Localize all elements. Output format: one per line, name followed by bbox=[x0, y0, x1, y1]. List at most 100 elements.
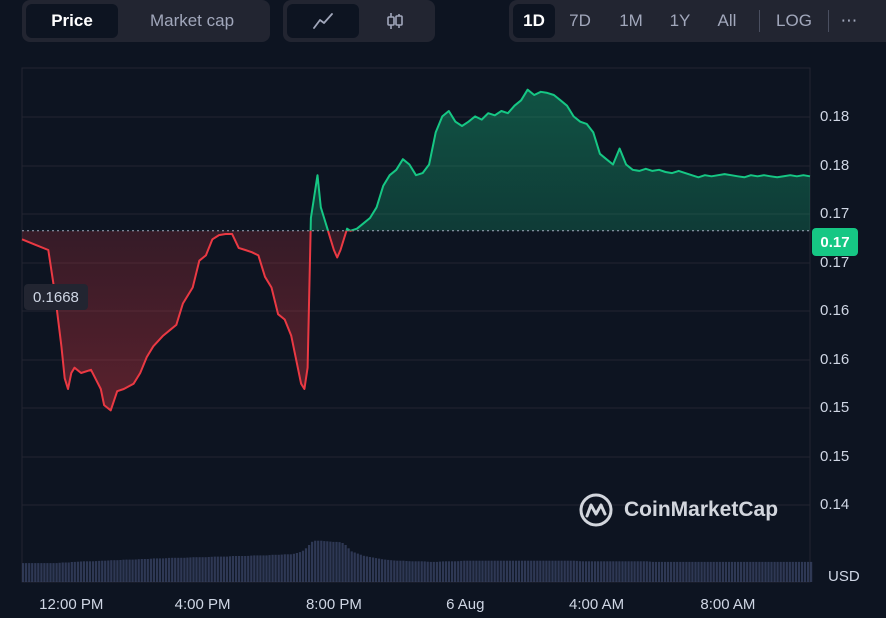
volume-bar bbox=[384, 559, 387, 582]
volume-bar bbox=[502, 560, 505, 582]
area-below-baseline bbox=[22, 230, 347, 411]
volume-bar bbox=[207, 557, 210, 582]
volume-bar bbox=[219, 556, 222, 582]
volume-bar bbox=[180, 557, 183, 582]
volume-bar bbox=[447, 561, 451, 582]
volume-bar bbox=[788, 561, 791, 582]
volume-bar bbox=[250, 555, 253, 582]
volume-bar bbox=[551, 560, 554, 582]
volume-bar bbox=[444, 561, 448, 582]
volume-bar bbox=[600, 561, 603, 582]
price-area bbox=[22, 89, 810, 411]
y-tick-label: 0.18 bbox=[820, 108, 850, 125]
volume-bar bbox=[277, 554, 280, 582]
volume-bar bbox=[213, 556, 216, 582]
volume-bar bbox=[724, 561, 727, 582]
volume-bar bbox=[508, 560, 511, 582]
volume-bar bbox=[353, 552, 356, 582]
volume-bar bbox=[332, 541, 335, 582]
volume-bar bbox=[633, 561, 636, 582]
volume-bar bbox=[691, 561, 694, 582]
volume-bar bbox=[177, 557, 180, 582]
volume-bar bbox=[703, 561, 706, 582]
volume-bar bbox=[323, 541, 326, 582]
volume-bar bbox=[399, 560, 402, 582]
volume-bar bbox=[803, 561, 807, 582]
volume-bar bbox=[782, 561, 785, 582]
volume-bar bbox=[92, 561, 95, 582]
volume-bar bbox=[368, 557, 371, 582]
volume-bar bbox=[137, 559, 140, 582]
volume-bar bbox=[28, 563, 31, 582]
volume-bar bbox=[524, 560, 527, 582]
volume-bar bbox=[371, 557, 375, 582]
volume-bar bbox=[648, 561, 651, 582]
volume-bar bbox=[40, 563, 43, 582]
volume-bar bbox=[198, 557, 201, 582]
y-tick-label: 0.17 bbox=[820, 205, 850, 222]
volume-bar bbox=[314, 540, 317, 582]
volume-bar bbox=[22, 563, 25, 582]
volume-bar bbox=[642, 561, 645, 582]
volume-bar bbox=[676, 561, 679, 582]
volume-bar bbox=[590, 561, 594, 582]
volume-bar bbox=[536, 560, 539, 582]
volume-bar bbox=[231, 556, 235, 582]
volume-bar bbox=[283, 554, 286, 582]
volume-bar bbox=[654, 561, 657, 582]
volume-bar bbox=[584, 561, 588, 582]
volume-bar bbox=[587, 561, 591, 582]
volume-bar bbox=[603, 561, 606, 582]
volume-bar bbox=[301, 550, 305, 582]
volume-bar bbox=[417, 561, 420, 582]
volume-bar bbox=[295, 553, 298, 582]
y-tick-label: 0.18 bbox=[820, 157, 850, 174]
y-tick-label: 0.15 bbox=[820, 448, 850, 465]
current-price-badge: 0.17 bbox=[812, 228, 858, 256]
volume-bar bbox=[521, 560, 524, 582]
volume-bar bbox=[374, 558, 378, 582]
volume-bar bbox=[143, 559, 146, 582]
volume-bar bbox=[460, 560, 463, 582]
volume-bar bbox=[390, 560, 393, 582]
volume-bar bbox=[381, 559, 384, 582]
volume-bar bbox=[785, 561, 788, 582]
volume-bar bbox=[685, 561, 688, 582]
volume-bar bbox=[304, 548, 308, 582]
volume-bar bbox=[636, 561, 639, 582]
volume-bar bbox=[673, 561, 676, 582]
volume-bar bbox=[320, 540, 323, 582]
volume-bar bbox=[767, 561, 770, 582]
volume-bar bbox=[186, 557, 189, 582]
volume-bar bbox=[542, 560, 545, 582]
volume-bar bbox=[469, 560, 472, 582]
volume-bar bbox=[228, 556, 232, 582]
volume-bar bbox=[688, 561, 691, 582]
volume-bar bbox=[52, 563, 55, 582]
volume-bar bbox=[253, 555, 256, 582]
volume-bar bbox=[122, 559, 125, 582]
volume-bar bbox=[755, 561, 758, 582]
volume-bar bbox=[487, 560, 490, 582]
coinmarketcap-logo-icon bbox=[579, 493, 613, 527]
volume-bar bbox=[761, 561, 764, 582]
volume-bar bbox=[560, 560, 563, 582]
volume-bar bbox=[667, 561, 670, 582]
volume-bar bbox=[70, 562, 73, 582]
volume-bar bbox=[478, 560, 481, 582]
y-tick-label: 0.14 bbox=[820, 496, 850, 513]
volume-bar bbox=[499, 560, 502, 582]
volume-bar bbox=[408, 561, 411, 582]
volume-bar bbox=[709, 561, 712, 582]
x-tick-label: 12:00 PM bbox=[39, 596, 104, 613]
volume-bar bbox=[472, 560, 475, 582]
y-tick-label: 0.15 bbox=[820, 399, 850, 416]
volume-bar bbox=[715, 561, 718, 582]
volume-bar bbox=[244, 556, 247, 582]
volume-bar bbox=[311, 541, 314, 582]
volume-bar bbox=[119, 560, 122, 582]
price-chart-widget: Price Market cap 1D 7D 1M 1Y All LOG ⋯ 0… bbox=[0, 0, 886, 618]
volume-bar bbox=[721, 561, 724, 582]
volume-bar bbox=[810, 561, 813, 582]
volume-bar bbox=[466, 560, 469, 582]
